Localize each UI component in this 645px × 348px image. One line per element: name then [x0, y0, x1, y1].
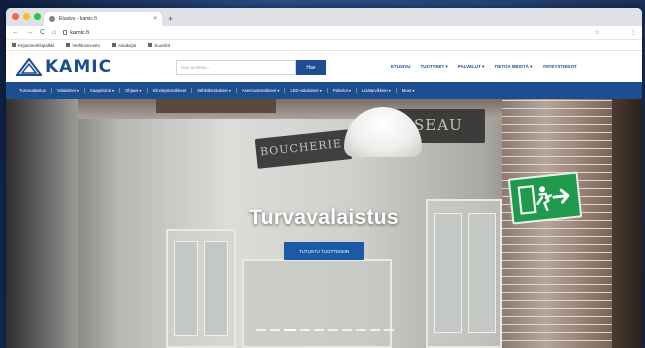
search-input[interactable]: Hae tuotteita...: [176, 60, 296, 75]
slider-dot[interactable]: [328, 329, 338, 331]
top-nav: ETUSIVU TUOTTEET ▾ PALVELUT ▾ TIETOA MEI…: [391, 51, 577, 82]
minimize-window-button[interactable]: [23, 13, 30, 20]
site-search: Hae tuotteita... Hae: [176, 60, 326, 75]
slider-dot-active[interactable]: [284, 329, 296, 331]
hero-cta-button[interactable]: TUTUSTU TUOTTEISIIN: [284, 242, 364, 260]
slider-dot[interactable]: [256, 329, 266, 331]
slider-dot[interactable]: [270, 329, 280, 331]
nav-item-services[interactable]: PALVELUT ▾: [458, 64, 485, 70]
category-item[interactable]: Ohjaus ▾: [120, 88, 148, 93]
category-bar: Turvavalaistus Valaisimet ▾ Kaapelointi …: [6, 82, 642, 99]
close-tab-icon[interactable]: ×: [153, 16, 157, 22]
hero-cabinet: [166, 229, 236, 348]
bookmark-item[interactable]: Asiakirjat: [112, 43, 136, 48]
url-text: kamic.fi: [70, 29, 89, 36]
lock-icon: [63, 30, 68, 35]
slider-dot[interactable]: [314, 329, 324, 331]
hero-title: Turvavalaistus: [249, 206, 399, 229]
slider-dot[interactable]: [300, 329, 310, 331]
nav-item-about[interactable]: TIETOA MEISTÄ ▾: [494, 64, 532, 70]
favicon-icon: [49, 16, 55, 22]
tab-title: Etusivu - kamic.fi: [59, 16, 97, 22]
category-item[interactable]: Lisätarvikkeet ▾: [357, 88, 397, 93]
category-item[interactable]: Kaapelointi ▾: [85, 88, 121, 93]
bookmark-item[interactable]: Suosikit: [148, 43, 170, 48]
hero-sign-left: BOUCHERIE: [254, 129, 353, 169]
sign-left-text: BOUCHERIE: [259, 136, 343, 159]
slider-dot[interactable]: [384, 329, 394, 331]
hero-banner: BOUCHERIE SSEAU Turvavalaistus TUTUSTU T…: [6, 99, 642, 348]
browser-tab[interactable]: Etusivu - kamic.fi ×: [44, 12, 162, 26]
window-controls: [12, 13, 41, 20]
cabinet-pane: [434, 213, 462, 333]
browser-window: Etusivu - kamic.fi × + ← → C ⌂ kamic.fi …: [6, 8, 642, 348]
category-item[interactable]: Turvavalaistus: [14, 88, 52, 93]
close-window-button[interactable]: [12, 13, 19, 20]
bookmark-item[interactable]: Kirjanmerkkipalkki: [12, 43, 54, 48]
category-item[interactable]: Muut ▾: [397, 88, 420, 93]
star-icon[interactable]: ☆: [595, 29, 600, 36]
tab-strip: Etusivu - kamic.fi × +: [6, 8, 642, 26]
home-button[interactable]: ⌂: [52, 29, 56, 36]
category-item[interactable]: Asennustarvikkeet ▾: [237, 88, 286, 93]
new-tab-button[interactable]: +: [168, 12, 173, 26]
address-bar: ← → C ⌂ kamic.fi ☆ ⋮: [6, 26, 642, 40]
back-button[interactable]: ←: [12, 29, 19, 36]
site-logo[interactable]: KAMIC: [16, 57, 112, 77]
reload-button[interactable]: C: [40, 29, 45, 36]
forward-button[interactable]: →: [26, 29, 33, 36]
nav-item-contact[interactable]: YHTEYSTIEDOT: [542, 64, 577, 69]
cabinet-pane: [204, 241, 228, 336]
url-field[interactable]: kamic.fi: [63, 30, 587, 36]
cabinet-pane: [174, 241, 198, 336]
slider-dot[interactable]: [356, 329, 366, 331]
category-item[interactable]: Sähkökeskukset ▾: [192, 88, 237, 93]
slider-dot[interactable]: [342, 329, 352, 331]
hero-beam: [156, 99, 276, 113]
logo-text: KAMIC: [45, 56, 113, 77]
category-item[interactable]: Valaisimet ▾: [52, 88, 86, 93]
cabinet-pane: [468, 213, 496, 333]
bookmark-icon: [148, 43, 153, 47]
nav-item-products[interactable]: TUOTTEET ▾: [421, 64, 448, 70]
maximize-window-button[interactable]: [34, 13, 41, 20]
nav-item-home[interactable]: ETUSIVU: [391, 64, 411, 69]
hero-shelf: [242, 259, 392, 348]
slider-dots: [256, 329, 394, 331]
bookmark-icon: [12, 43, 16, 47]
menu-dots-icon[interactable]: ⋮: [630, 29, 636, 36]
logo-triangle-icon: [16, 57, 42, 76]
site-header: KAMIC Hae tuotteita... Hae ETUSIVU TUOTT…: [6, 51, 642, 82]
bookmark-icon: [112, 43, 117, 47]
search-button[interactable]: Hae: [296, 60, 326, 75]
bookmarks-bar: Kirjanmerkkipalkki Verkkosivusto Asiakir…: [6, 40, 642, 51]
slider-dot[interactable]: [370, 329, 380, 331]
category-item[interactable]: Kiinnitystarvikkeet: [148, 88, 193, 93]
bookmark-item[interactable]: Verkkosivusto: [66, 43, 100, 48]
category-item[interactable]: Palvelut ▾: [328, 88, 358, 93]
category-item[interactable]: LED-valaisimet ▾: [285, 88, 328, 93]
bookmark-icon: [66, 43, 71, 47]
